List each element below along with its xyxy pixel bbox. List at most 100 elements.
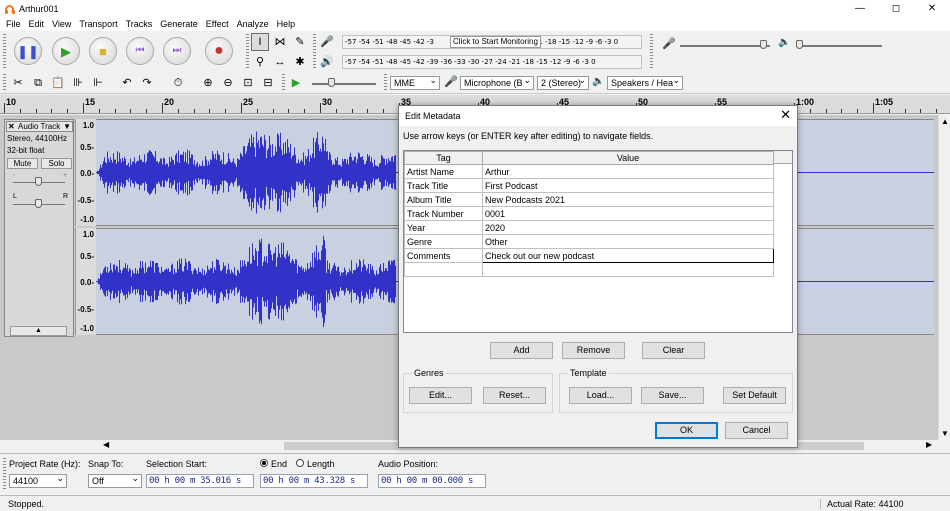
pan-thumb[interactable] — [35, 199, 42, 208]
redo-button[interactable]: ↷ — [138, 74, 156, 92]
load-template-button[interactable]: Load... — [569, 387, 632, 404]
sync-lock-button[interactable]: ⏱ — [169, 74, 187, 92]
tag-cell[interactable]: Artist Name — [404, 164, 483, 179]
mute-button[interactable]: Mute — [7, 158, 38, 169]
toolbar-grip[interactable] — [3, 34, 6, 68]
skip-end-button[interactable]: ⏭ — [163, 37, 191, 65]
save-template-button[interactable]: Save... — [641, 387, 704, 404]
fit-selection-button[interactable]: ⊡ — [239, 74, 257, 92]
undo-button[interactable]: ↶ — [118, 74, 136, 92]
playback-volume-thumb[interactable] — [796, 40, 803, 49]
menu-view[interactable]: View — [48, 19, 75, 29]
value-cell[interactable]: Arthur — [482, 164, 774, 179]
tools-grip[interactable] — [246, 34, 249, 68]
set-default-button[interactable]: Set Default — [723, 387, 786, 404]
record-button[interactable]: ● — [205, 37, 233, 65]
copy-button[interactable]: ⧉ — [29, 74, 47, 92]
playback-device-select[interactable]: Speakers / Hea — [607, 76, 683, 90]
chevron-up-icon[interactable]: ▲ — [941, 117, 949, 126]
play-at-speed-button[interactable]: ▶ — [287, 74, 305, 92]
value-cell[interactable] — [482, 262, 774, 277]
zoom-tool-button[interactable]: ⚲ — [251, 53, 269, 71]
value-cell[interactable]: Other — [482, 234, 774, 249]
timeshift-tool-button[interactable]: ↔ — [271, 53, 289, 71]
envelope-tool-button[interactable]: ⋈ — [271, 33, 289, 51]
maximize-button[interactable]: ◻ — [878, 0, 914, 17]
edit-genres-button[interactable]: Edit... — [409, 387, 472, 404]
close-icon[interactable]: ✕ — [8, 122, 15, 131]
selection-grip[interactable] — [3, 458, 6, 490]
close-button[interactable]: ✕ — [914, 0, 950, 17]
meter-grip[interactable] — [313, 34, 316, 68]
dialog-close-button[interactable]: ✕ — [780, 107, 791, 123]
remove-button[interactable]: Remove — [562, 342, 625, 359]
value-cell-editing[interactable]: Check out our new podcast — [482, 248, 774, 263]
chevron-left-icon[interactable]: ◀ — [103, 440, 109, 449]
audio-position-time[interactable]: 00 h 00 m 00.000 s — [378, 474, 486, 488]
device-grip[interactable] — [384, 74, 387, 91]
value-cell[interactable]: 0001 — [482, 206, 774, 221]
tag-cell[interactable]: Track Number — [404, 206, 483, 221]
menu-help[interactable]: Help — [273, 19, 300, 29]
tag-cell[interactable]: Comments — [404, 248, 483, 263]
ok-button[interactable]: OK — [655, 422, 718, 439]
gain-thumb[interactable] — [35, 177, 42, 186]
zoom-out-button[interactable]: ⊖ — [219, 74, 237, 92]
value-cell[interactable]: New Podcasts 2021 — [482, 192, 774, 207]
tag-cell[interactable]: Year — [404, 220, 483, 235]
minimize-button[interactable]: — — [842, 0, 878, 17]
reset-genres-button[interactable]: Reset... — [483, 387, 546, 404]
tag-cell[interactable]: Track Title — [404, 178, 483, 193]
record-volume-thumb[interactable] — [760, 40, 767, 49]
tag-cell[interactable] — [404, 262, 483, 277]
length-radio[interactable] — [296, 459, 304, 467]
track-name-menu[interactable]: ✕ Audio Track ▼ — [6, 121, 73, 132]
play-at-speed-grip[interactable] — [282, 74, 285, 91]
recording-channels-select[interactable]: 2 (Stereo) — [537, 76, 589, 90]
fit-project-button[interactable]: ⊟ — [259, 74, 277, 92]
mixer-grip[interactable] — [650, 34, 653, 68]
menu-generate[interactable]: Generate — [156, 19, 202, 29]
solo-button[interactable]: Solo — [41, 158, 72, 169]
trim-button[interactable]: ⊪ — [69, 74, 87, 92]
playback-meter[interactable]: -57 -54 -51 -48 -45 -42 -39 -36 -33 -30 … — [342, 55, 642, 69]
add-button[interactable]: Add — [490, 342, 553, 359]
snap-to-select[interactable]: Off — [88, 474, 142, 488]
record-meter-button[interactable]: 🎤 — [318, 33, 336, 51]
collapse-track-button[interactable]: ▲ — [10, 326, 67, 336]
chevron-right-icon[interactable]: ▶ — [926, 440, 932, 449]
menu-edit[interactable]: Edit — [25, 19, 49, 29]
tag-cell[interactable]: Genre — [404, 234, 483, 249]
play-button[interactable]: ▶ — [52, 37, 80, 65]
menu-analyze[interactable]: Analyze — [233, 19, 273, 29]
selection-start-time[interactable]: 00 h 00 m 35.016 s — [146, 474, 254, 488]
stop-button[interactable]: ■ — [89, 37, 117, 65]
zoom-in-button[interactable]: ⊕ — [199, 74, 217, 92]
menu-transport[interactable]: Transport — [75, 19, 121, 29]
end-radio[interactable] — [260, 459, 268, 467]
monitor-hint[interactable]: Click to Start Monitoring — [450, 36, 541, 48]
menu-file[interactable]: File — [2, 19, 25, 29]
draw-tool-button[interactable]: ✎ — [291, 33, 309, 51]
play-speed-thumb[interactable] — [328, 78, 335, 87]
record-volume-slider[interactable] — [680, 45, 770, 47]
pause-button[interactable]: ❚❚ — [14, 37, 42, 65]
multi-tool-button[interactable]: ✱ — [291, 53, 309, 71]
menu-effect[interactable]: Effect — [202, 19, 233, 29]
value-cell[interactable]: First Podcast — [482, 178, 774, 193]
value-cell[interactable]: 2020 — [482, 220, 774, 235]
chevron-down-icon[interactable]: ▼ — [941, 429, 949, 438]
selection-tool-button[interactable]: I — [251, 33, 269, 51]
playback-volume-slider[interactable] — [796, 45, 882, 47]
skip-start-button[interactable]: ⏮ — [126, 37, 154, 65]
recording-device-select[interactable]: Microphone (B — [460, 76, 534, 90]
cut-button[interactable]: ✂ — [9, 74, 27, 92]
edit-grip[interactable] — [3, 74, 6, 91]
silence-button[interactable]: ⊩ — [89, 74, 107, 92]
audio-host-select[interactable]: MME — [390, 76, 440, 90]
menu-tracks[interactable]: Tracks — [122, 19, 157, 29]
clear-button[interactable]: Clear — [642, 342, 705, 359]
play-speed-slider[interactable] — [312, 83, 376, 85]
cancel-button[interactable]: Cancel — [725, 422, 788, 439]
selection-end-time[interactable]: 00 h 00 m 43.328 s — [260, 474, 368, 488]
